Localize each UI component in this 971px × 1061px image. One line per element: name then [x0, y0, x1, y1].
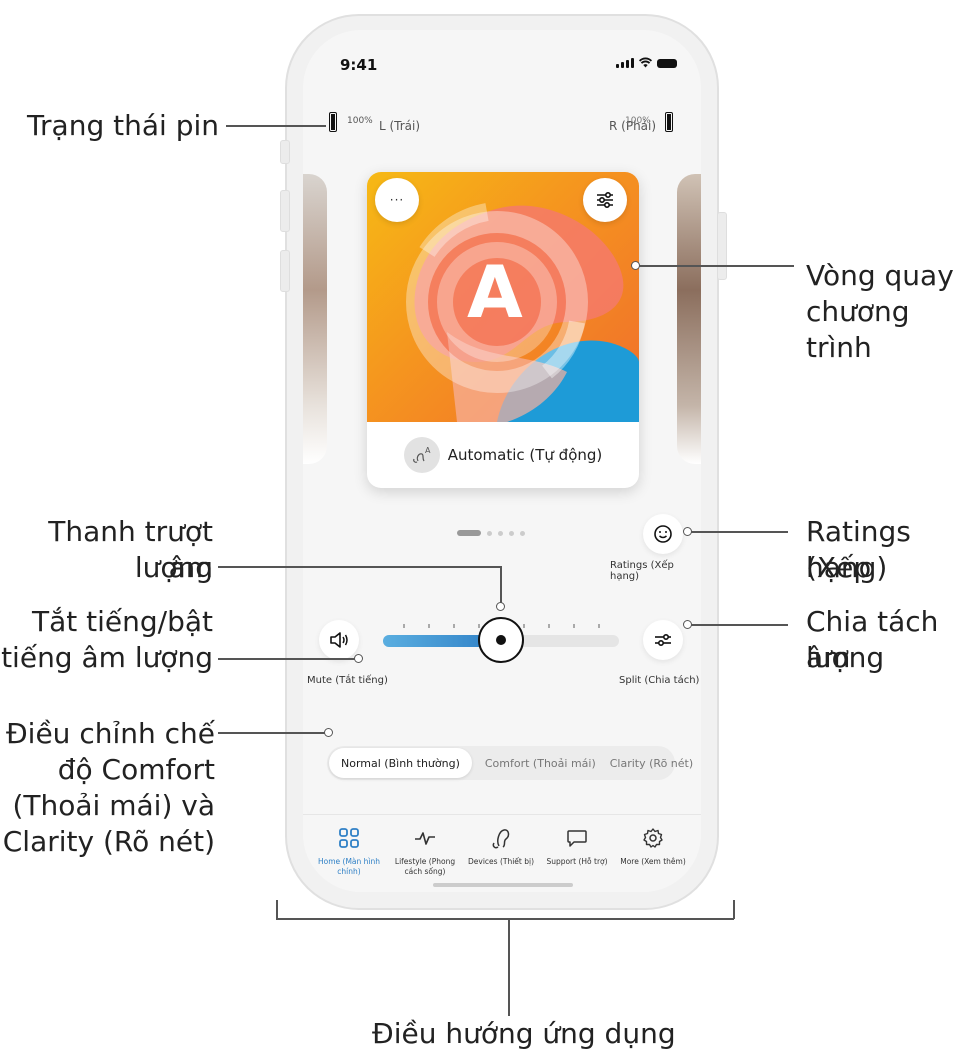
grid-icon	[339, 828, 359, 848]
bracket-line	[508, 918, 510, 1016]
svg-text:A: A	[425, 446, 431, 455]
volume-slider-thumb[interactable]	[478, 617, 524, 663]
leader-point	[324, 728, 333, 737]
split-label: Split (Chia tách)	[619, 675, 700, 686]
program-name: Automatic (Tự động)	[447, 446, 603, 464]
nav-more[interactable]: More (Xem thêm)	[615, 825, 691, 867]
leader-line	[226, 125, 326, 127]
nav-devices-label: Devices (Thiết bị)	[468, 857, 534, 866]
ratings-button[interactable]	[643, 514, 683, 554]
leader-line	[218, 566, 501, 568]
leader-point	[354, 654, 363, 663]
program-settings-button[interactable]	[583, 178, 627, 222]
next-program-card[interactable]	[677, 174, 701, 464]
leader-line	[688, 531, 788, 533]
right-battery-percent: 100%	[625, 116, 651, 126]
annotation-mode-line3: (Thoải mái) và	[12, 789, 215, 822]
program-more-button[interactable]: ···	[375, 178, 419, 222]
leader-point	[683, 527, 692, 536]
wifi-icon	[639, 57, 652, 68]
phone-side-button	[280, 190, 290, 232]
pulse-icon	[415, 832, 435, 845]
annotation-mode-line2: độ Comfort	[57, 753, 215, 786]
left-battery-icon	[329, 112, 337, 132]
phone-side-button	[717, 212, 727, 280]
leader-point	[496, 602, 505, 611]
bracket-line	[733, 900, 735, 919]
bottom-navigation: Home (Màn hình chính) Lifestyle (Phong c…	[303, 814, 701, 892]
speaker-icon	[330, 632, 348, 648]
split-volume-icon	[655, 633, 671, 647]
split-button[interactable]	[643, 620, 683, 660]
phone-side-button	[280, 250, 290, 292]
phone-battery-icon	[657, 59, 677, 68]
status-time: 9:41	[340, 56, 378, 74]
chat-icon	[567, 830, 587, 847]
annotation-mute-line2: tiếng âm lượng	[1, 641, 213, 674]
annotation-mode-line4: Clarity (Rõ nét)	[2, 825, 215, 858]
leader-line	[688, 624, 788, 626]
ratings-label: Ratings (Xếp hạng)	[610, 560, 674, 582]
annotation-carousel-line2: chương trình	[806, 295, 910, 364]
hearing-aid-icon	[492, 829, 510, 849]
nav-lifestyle[interactable]: Lifestyle (Phong cách sống)	[387, 825, 463, 877]
program-footer: A Automatic (Tự động)	[367, 422, 639, 488]
sliders-icon	[597, 192, 613, 208]
mute-button[interactable]	[319, 620, 359, 660]
app-screen: 9:41 100% L (Trái) R (Phải) 100% A ··· A…	[303, 30, 701, 892]
leader-line	[218, 732, 328, 734]
automatic-program-icon: A	[403, 437, 440, 473]
phone-side-button	[280, 140, 290, 164]
annotation-mode-line1: Điều chỉnh chế	[5, 717, 215, 750]
nav-home-label: Home (Màn hình chính)	[317, 857, 380, 876]
leader-line	[636, 265, 794, 267]
cellular-signal-icon	[616, 58, 634, 68]
nav-home[interactable]: Home (Màn hình chính)	[311, 825, 387, 877]
previous-program-card[interactable]	[303, 174, 327, 464]
mode-clarity-option[interactable]: Clarity (Rõ nét)	[603, 757, 700, 770]
right-battery-icon	[665, 112, 673, 132]
mode-selector: Normal (Bình thường) Comfort (Thoải mái)…	[327, 746, 693, 780]
smiley-icon	[654, 525, 672, 543]
leader-line	[500, 566, 502, 606]
annotation-battery: Trạng thái pin	[27, 109, 219, 142]
program-card[interactable]: A ··· A Automatic (Tự động)	[367, 172, 639, 488]
nav-support-label: Support (Hỗ trợ)	[546, 857, 608, 866]
annotation-ratings-line2: hạng)	[806, 551, 888, 584]
mode-normal-option[interactable]: Normal (Bình thường)	[329, 748, 472, 778]
home-indicator[interactable]	[433, 883, 573, 887]
nav-support[interactable]: Support (Hỗ trợ)	[539, 825, 615, 867]
nav-devices[interactable]: Devices (Thiết bị)	[463, 825, 539, 867]
page-dot	[509, 530, 514, 536]
page-dot	[487, 530, 492, 536]
bracket-line	[276, 900, 278, 919]
page-dot	[498, 530, 503, 536]
left-battery-percent: 100%	[347, 116, 373, 126]
left-aid-label: L (Trái)	[379, 119, 421, 133]
annotation-carousel-line1: Vòng quay	[806, 259, 954, 292]
leader-point	[683, 620, 692, 629]
gear-icon	[643, 828, 663, 848]
leader-line	[218, 658, 358, 660]
carousel-page-indicator[interactable]	[457, 530, 525, 536]
program-letter: A	[467, 250, 523, 334]
bracket-line	[276, 918, 734, 920]
annotation-nav: Điều hướng ứng dụng	[372, 1017, 676, 1050]
thumb-center-dot	[496, 635, 506, 645]
more-dots-icon: ···	[389, 193, 405, 207]
nav-more-label: More (Xem thêm)	[620, 857, 686, 866]
leader-point	[631, 261, 640, 270]
mode-comfort-option[interactable]: Comfort (Thoải mái)	[478, 757, 603, 770]
page-dot-active	[457, 530, 481, 536]
annotation-mute-line1: Tắt tiếng/bật	[32, 605, 213, 638]
mute-label: Mute (Tắt tiếng)	[307, 675, 388, 686]
annotation-slider-line2: lượng	[134, 551, 213, 584]
page-dot	[520, 530, 525, 536]
nav-lifestyle-label: Lifestyle (Phong cách sống)	[394, 857, 456, 876]
status-icons	[616, 57, 677, 68]
annotation-split-line2: lượng	[806, 641, 885, 674]
